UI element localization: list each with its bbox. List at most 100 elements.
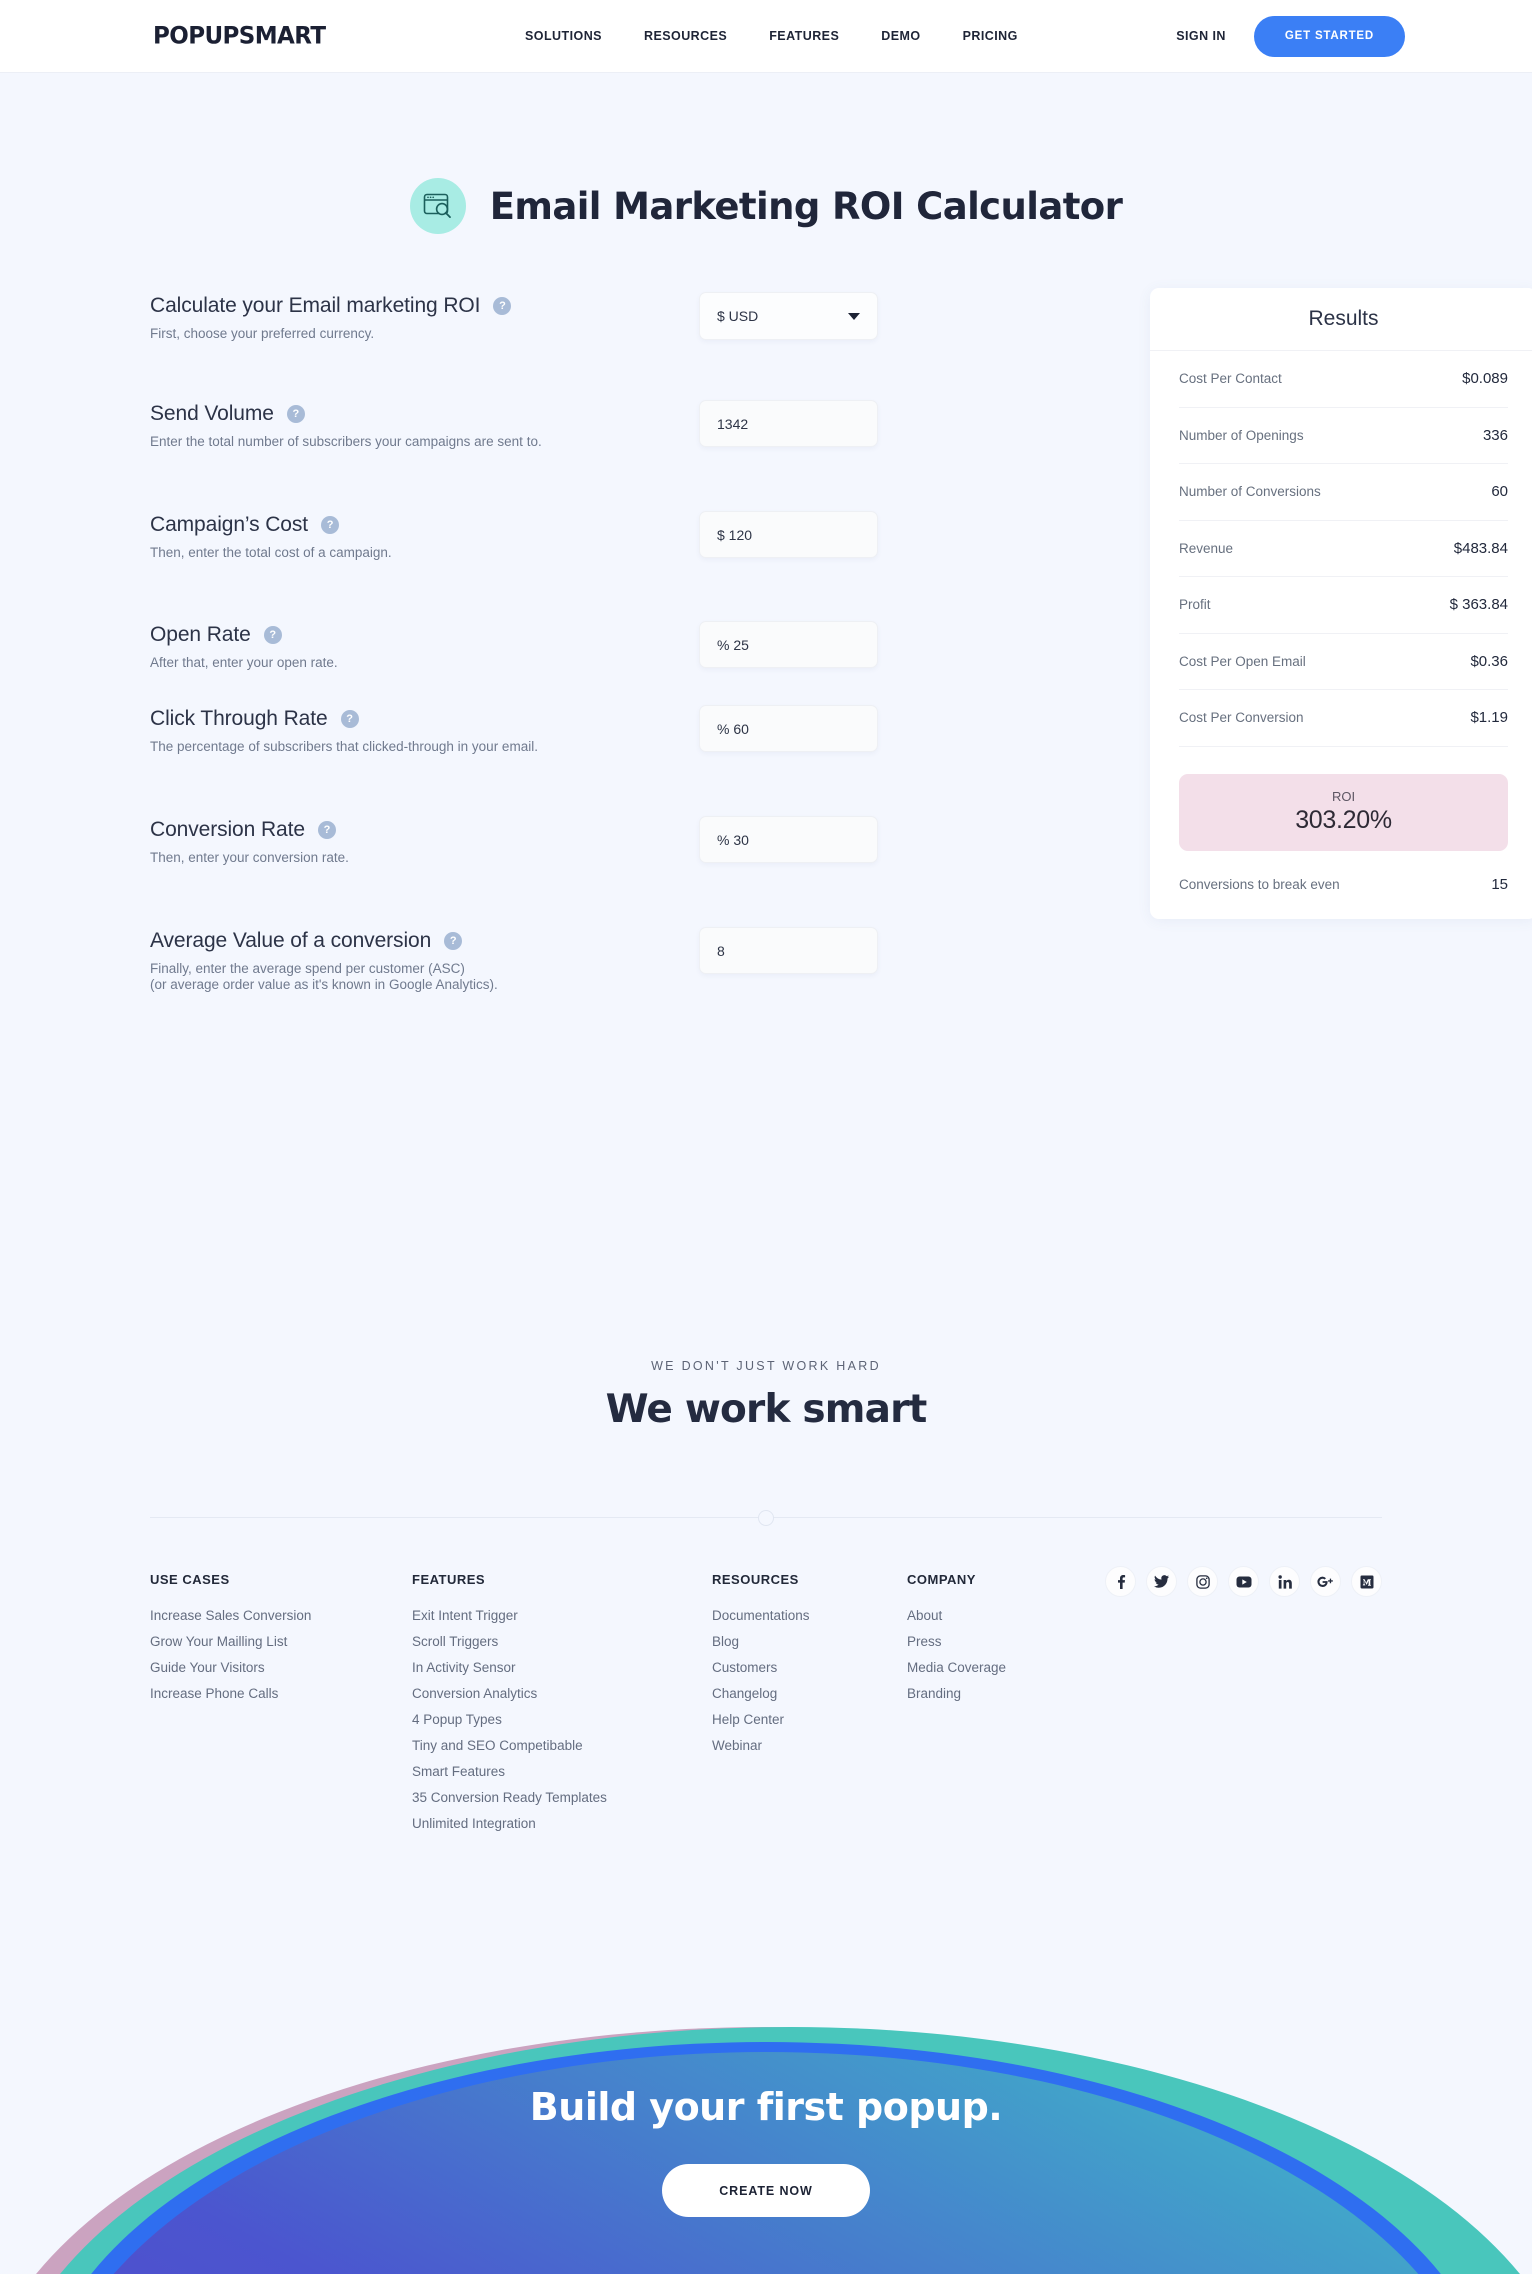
results-title: Results [1150, 288, 1532, 351]
logo[interactable]: POPUPSMART [153, 22, 326, 50]
footer-link[interactable]: Grow Your Mailling List [150, 1634, 412, 1649]
help-icon[interactable]: ? [340, 710, 359, 728]
footer-link[interactable]: 35 Conversion Ready Templates [412, 1790, 712, 1805]
instagram-icon[interactable] [1187, 1566, 1218, 1597]
chevron-down-icon [848, 312, 860, 320]
campaign-cost-input[interactable]: $ 120 [699, 511, 878, 558]
site-footer: USE CASES Increase Sales Conversion Grow… [150, 1566, 1382, 1842]
footer-link[interactable]: Webinar [712, 1738, 907, 1753]
roi-highlight: ROI 303.20% [1179, 773, 1508, 851]
divider-dot [758, 1509, 774, 1526]
footer-link[interactable]: Customers [712, 1660, 907, 1675]
result-row-profit: Profit $ 363.84 [1179, 577, 1508, 634]
nav-item-pricing[interactable]: PRICING [963, 29, 1018, 43]
footer-link[interactable]: Conversion Analytics [412, 1686, 712, 1701]
sign-in-link[interactable]: SIGN IN [1176, 29, 1226, 43]
footer-link[interactable]: Documentations [712, 1608, 907, 1623]
footer-link[interactable]: Guide Your Visitors [150, 1660, 412, 1675]
roi-value: 303.20% [1295, 806, 1392, 834]
youtube-icon[interactable] [1228, 1566, 1259, 1597]
help-icon[interactable]: ? [263, 626, 282, 644]
result-row-number-of-openings: Number of Openings 336 [1179, 408, 1508, 464]
conversion-rate-input[interactable]: % 30 [699, 816, 878, 863]
footer-link[interactable]: 4 Popup Types [412, 1712, 712, 1727]
footer-column-company: COMPANY About Press Media Coverage Brand… [907, 1572, 1117, 1842]
footer-column-use-cases: USE CASES Increase Sales Conversion Grow… [150, 1572, 412, 1842]
nav-item-resources[interactable]: RESOURCES [644, 29, 727, 43]
create-now-button[interactable]: CREATE NOW [662, 2164, 870, 2217]
footer-link[interactable]: About [907, 1608, 1117, 1623]
footer-link[interactable]: Branding [907, 1686, 1117, 1701]
main-nav: SOLUTIONS RESOURCES FEATURES DEMO PRICIN… [525, 29, 1018, 43]
twitter-icon[interactable] [1146, 1566, 1177, 1597]
page-title-row: Email Marketing ROI Calculator [0, 178, 1532, 234]
field-label-text: Conversion Rate [150, 818, 305, 841]
result-label: Number of Conversions [1179, 484, 1321, 500]
footer-link[interactable]: Scroll Triggers [412, 1634, 712, 1649]
footer-link[interactable]: Changelog [712, 1686, 907, 1701]
footer-link[interactable]: Increase Phone Calls [150, 1686, 412, 1701]
send-volume-input[interactable]: 1342 [699, 400, 878, 447]
field-label-text: Open Rate [150, 623, 251, 646]
result-row-number-of-conversions: Number of Conversions 60 [1179, 464, 1508, 521]
result-value: $ 363.84 [1449, 596, 1508, 614]
facebook-icon[interactable] [1105, 1566, 1136, 1597]
field-label-text: Average Value of a conversion [150, 929, 432, 952]
header-actions: SIGN IN GET STARTED [1176, 15, 1405, 57]
result-row-cost-per-conversion: Cost Per Conversion $1.19 [1179, 690, 1508, 747]
open-rate-input[interactable]: % 25 [699, 621, 878, 668]
section-divider [150, 1509, 1382, 1526]
result-value: $1.19 [1470, 709, 1508, 727]
field-label-text: Campaign’s Cost [150, 513, 309, 536]
footer-column-resources: RESOURCES Documentations Blog Customers … [712, 1572, 907, 1842]
linkedin-icon[interactable] [1269, 1566, 1300, 1597]
footer-link[interactable]: In Activity Sensor [412, 1660, 712, 1675]
field-label-text: Click Through Rate [150, 707, 328, 730]
work-smart-section: WE DON'T JUST WORK HARD We work smart [0, 1359, 1532, 1432]
average-value-input[interactable]: 8 [699, 927, 878, 974]
result-label: Profit [1179, 597, 1211, 613]
cta-title: Build your first popup. [529, 2085, 1003, 2129]
result-label: Cost Per Conversion [1179, 710, 1304, 726]
footer-link[interactable]: Blog [712, 1634, 907, 1649]
currency-select-value: $ USD [717, 308, 759, 324]
page-title: Email Marketing ROI Calculator [489, 184, 1123, 228]
help-icon[interactable]: ? [321, 516, 340, 534]
help-icon[interactable]: ? [493, 297, 512, 315]
footer-column-title: RESOURCES [712, 1572, 799, 1587]
cta-content: Build your first popup. CREATE NOW [0, 1957, 1532, 2217]
nav-item-solutions[interactable]: SOLUTIONS [525, 29, 602, 43]
footer-link[interactable]: Unlimited Integration [412, 1816, 712, 1831]
result-label: Number of Openings [1179, 427, 1304, 443]
result-value: 60 [1491, 483, 1508, 501]
get-started-button[interactable]: GET STARTED [1253, 15, 1405, 57]
footer-link[interactable]: Media Coverage [907, 1660, 1117, 1675]
help-icon[interactable]: ? [317, 821, 336, 839]
help-icon[interactable]: ? [286, 405, 305, 423]
footer-link[interactable]: Tiny and SEO Competibable [412, 1738, 712, 1753]
currency-select[interactable]: $ USD [699, 292, 878, 340]
footer-link[interactable]: Exit Intent Trigger [412, 1608, 712, 1623]
result-label: Cost Per Open Email [1179, 653, 1306, 669]
google-plus-icon[interactable] [1310, 1566, 1341, 1597]
footer-link[interactable]: Help Center [712, 1712, 907, 1727]
help-icon[interactable]: ? [444, 932, 463, 950]
footer-column-title: USE CASES [150, 1572, 230, 1587]
result-value: $0.36 [1470, 652, 1508, 670]
result-value: $483.84 [1453, 539, 1508, 557]
breakeven-row: Conversions to break even 15 [1179, 851, 1508, 919]
footer-link[interactable]: Increase Sales Conversion [150, 1608, 412, 1623]
medium-icon[interactable] [1351, 1566, 1382, 1597]
results-panel: Results Cost Per Contact $0.089 Number o… [1150, 288, 1532, 919]
result-label: Cost Per Contact [1179, 371, 1282, 387]
breakeven-value: 15 [1491, 875, 1508, 893]
browser-search-icon [409, 178, 466, 234]
result-value: $0.089 [1462, 370, 1508, 388]
result-row-cost-per-contact: Cost Per Contact $0.089 [1179, 351, 1508, 408]
nav-item-demo[interactable]: DEMO [881, 29, 920, 43]
click-through-rate-input[interactable]: % 60 [699, 705, 878, 752]
nav-item-features[interactable]: FEATURES [769, 29, 839, 43]
footer-link[interactable]: Smart Features [412, 1764, 712, 1779]
footer-link[interactable]: Press [907, 1634, 1117, 1649]
footer-column-title: COMPANY [907, 1572, 976, 1587]
